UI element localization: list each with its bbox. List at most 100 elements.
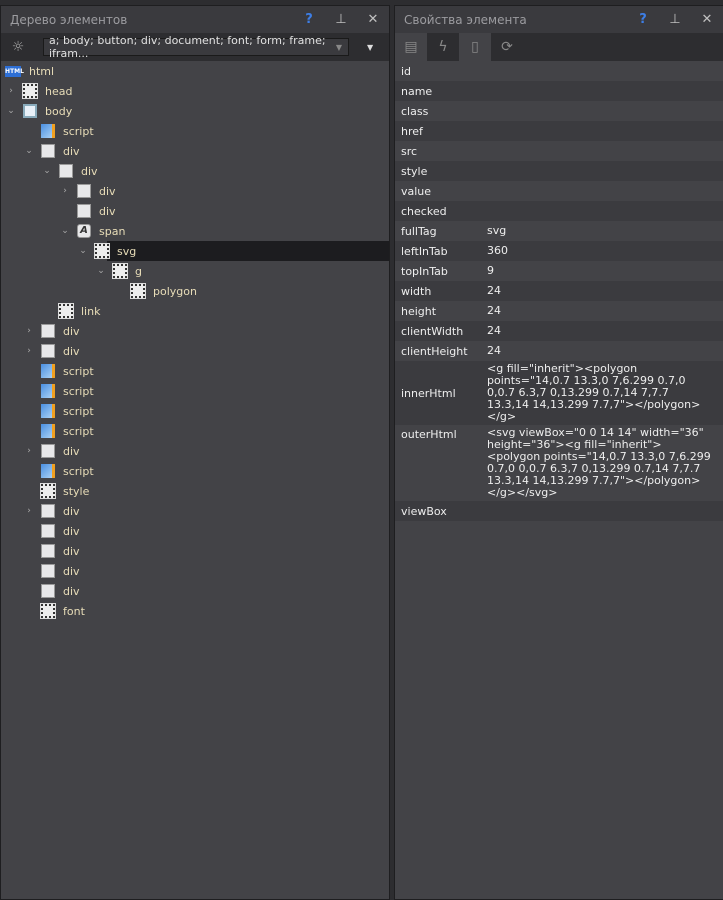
tree-node[interactable]: div [1,541,389,561]
tree-node[interactable]: ⌄ Aspan [1,221,389,241]
property-value[interactable] [487,89,723,93]
chevron-down-icon[interactable]: ⌄ [95,266,107,276]
tree-node[interactable]: ⌄ g [1,261,389,281]
chevron-down-icon[interactable]: ⌄ [5,106,17,116]
property-value[interactable] [487,509,723,513]
tree-node[interactable]: › div [1,321,389,341]
element-tree: HTML html › head ⌄ body script ⌄ div ⌄ div › div div ⌄… [1,61,389,621]
property-value[interactable] [487,129,723,133]
tree-node[interactable]: div [1,561,389,581]
tree-node[interactable]: › div [1,441,389,461]
tree-node[interactable]: script [1,401,389,421]
chevron-down-icon[interactable]: ⌄ [23,146,35,156]
property-row: name [395,81,723,101]
tree-node[interactable]: › head [1,81,389,101]
property-row: style [395,161,723,181]
tab-page[interactable]: ▯ [459,33,491,61]
chevron-right-icon[interactable]: › [5,86,17,96]
chevron-right-icon[interactable]: › [23,506,35,516]
tree-node[interactable]: ⌄ div [1,141,389,161]
tree-node[interactable]: script [1,361,389,381]
property-value[interactable]: 24 [487,323,723,339]
property-name: id [401,64,412,78]
property-name: style [401,164,428,178]
help-icon[interactable]: ? [293,12,325,27]
close-icon[interactable]: ✕ [691,12,723,27]
menu-dropdown-icon[interactable]: ▼ [367,43,373,52]
property-value[interactable] [487,69,723,73]
property-value[interactable]: svg [487,223,723,239]
tag-filter-select[interactable]: a; body; button; div; document; font; fo… [43,34,349,60]
script-icon [41,364,55,378]
chevron-down-icon[interactable]: ⌄ [41,166,53,176]
property-value[interactable]: 24 [487,303,723,319]
property-name: src [401,144,418,158]
chevron-right-icon[interactable]: › [23,446,35,456]
tree-node[interactable]: ⌄ body [1,101,389,121]
property-value[interactable] [487,189,723,193]
tree-node-label: head [45,84,73,98]
tree-node[interactable]: › div [1,181,389,201]
box-icon [77,184,91,198]
tab-events[interactable]: ϟ [427,33,459,61]
tree-node[interactable]: script [1,121,389,141]
tree-node-label: script [63,464,94,478]
body-icon [23,104,37,118]
tree-node[interactable]: HTML html [1,61,389,81]
tree-node[interactable]: div [1,201,389,221]
panel-title-bar: Свойства элемента ? ⊥ ✕ [395,6,723,33]
element-tree-panel: Дерево элементов ? ⊥ ✕ ☼ a; body; button… [0,5,390,900]
highlight-icon[interactable]: ☼ [1,39,35,55]
tree-node-label: div [63,144,80,158]
tree-node[interactable]: ⌄ svg [1,241,389,261]
tree-node[interactable]: polygon [1,281,389,301]
chevron-down-icon[interactable]: ⌄ [77,246,89,256]
tab-properties[interactable]: ▤ [395,33,427,61]
chevron-down-icon[interactable]: ⌄ [59,226,71,236]
chip-box-icon [22,83,38,99]
property-value[interactable]: 24 [487,283,723,299]
chevron-right-icon[interactable]: › [23,346,35,356]
tree-node[interactable]: style [1,481,389,501]
tree-node[interactable]: › div [1,341,389,361]
page-icon: ▯ [471,39,479,55]
property-value[interactable]: <svg viewBox="0 0 14 14" width="36" heig… [487,425,723,501]
tree-node[interactable]: script [1,381,389,401]
property-value[interactable]: 9 [487,263,723,279]
a-icon: A [77,224,91,238]
property-name: width [401,284,432,298]
property-name: clientHeight [401,344,468,358]
tree-node[interactable]: div [1,521,389,541]
property-name: viewBox [401,504,447,518]
box-icon [41,544,55,558]
panel-title-bar: Дерево элементов ? ⊥ ✕ [1,6,389,33]
script-icon [41,464,55,478]
refresh-button[interactable]: ⟳ [491,33,523,61]
chevron-right-icon[interactable]: › [23,326,35,336]
tree-node-label: html [29,64,55,78]
tree-node[interactable]: font [1,601,389,621]
property-value[interactable]: 360 [487,243,723,259]
tree-node[interactable]: ⌄ div [1,161,389,181]
property-value[interactable]: <g fill="inherit"><polygon points="14,0.… [487,361,723,425]
property-value[interactable] [487,169,723,173]
tree-node-label: script [63,364,94,378]
property-value[interactable] [487,149,723,153]
property-row: clientHeight 24 [395,341,723,361]
close-icon[interactable]: ✕ [357,12,389,27]
tree-node-label: script [63,404,94,418]
pin-icon[interactable]: ⊥ [325,12,357,27]
tree-node[interactable]: div [1,581,389,601]
tree-node[interactable]: script [1,461,389,481]
tree-node[interactable]: script [1,421,389,441]
property-value[interactable]: 24 [487,343,723,359]
tree-node-label: script [63,124,94,138]
property-value[interactable] [487,109,723,113]
pin-icon[interactable]: ⊥ [659,12,691,27]
property-value[interactable] [487,209,723,213]
chevron-right-icon[interactable]: › [59,186,71,196]
tree-node[interactable]: link [1,301,389,321]
tree-node[interactable]: › div [1,501,389,521]
help-icon[interactable]: ? [627,12,659,27]
script-icon [41,384,55,398]
